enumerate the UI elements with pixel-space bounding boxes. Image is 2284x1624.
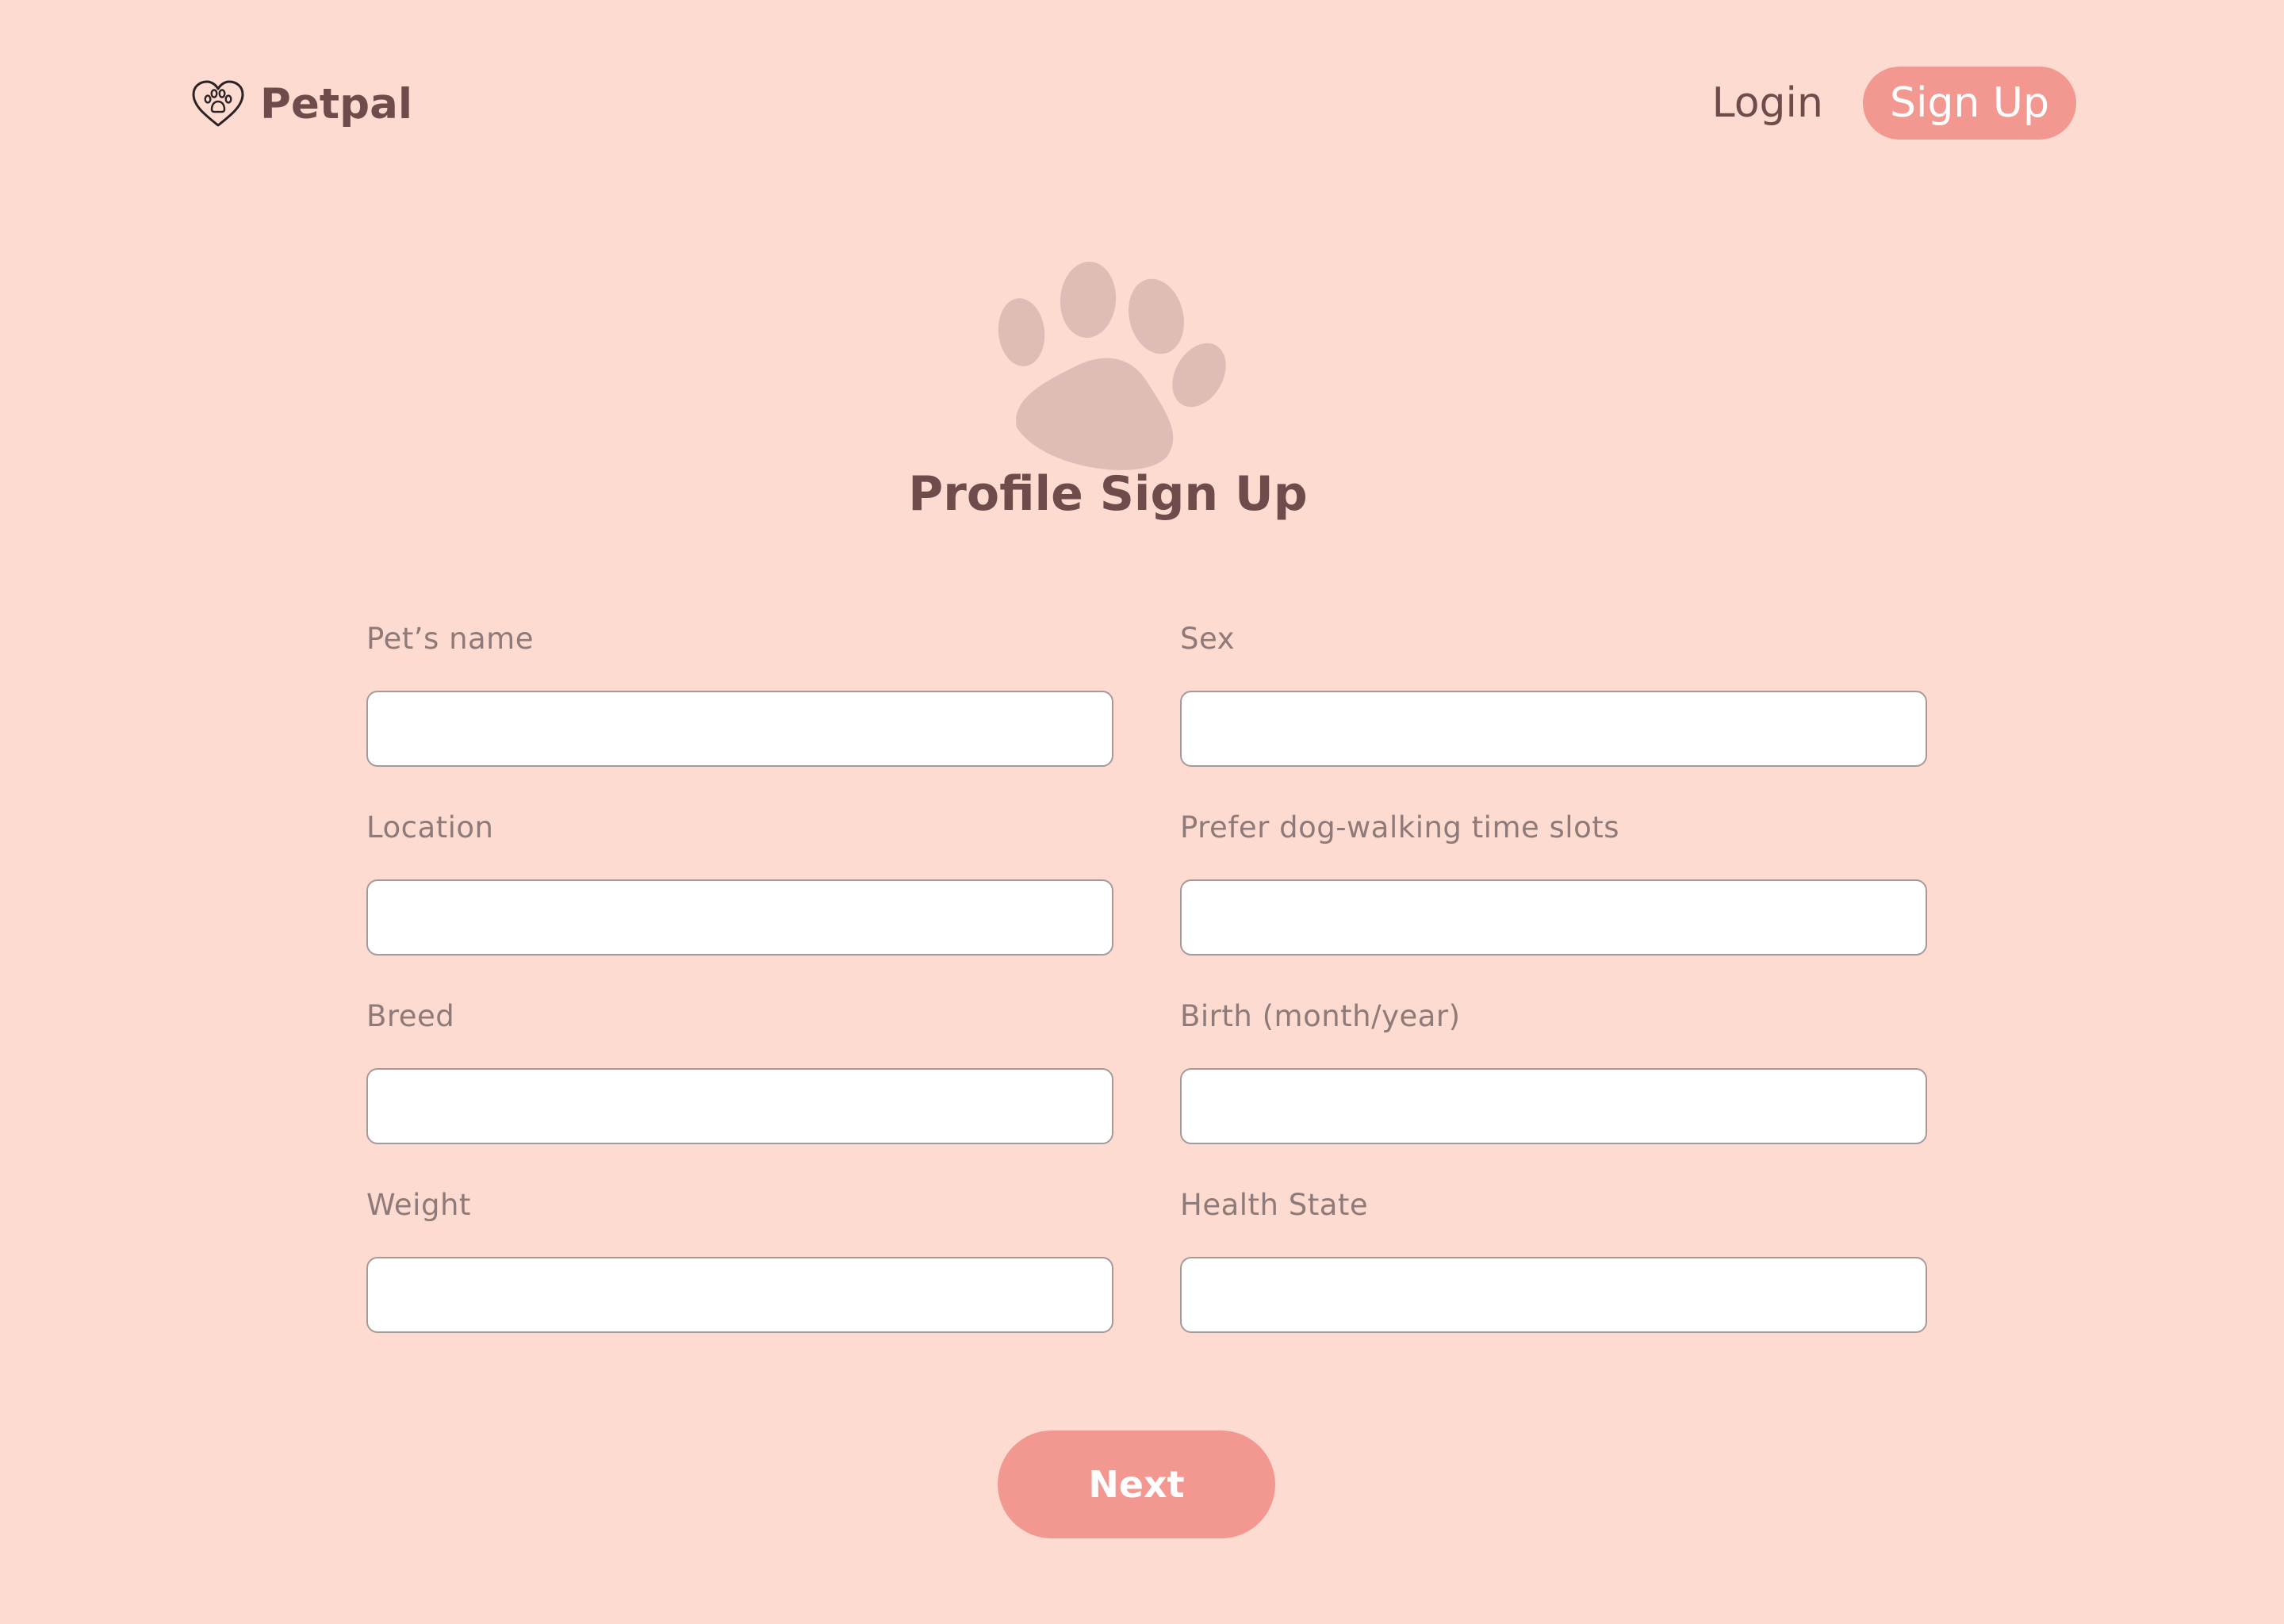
paw-print-icon (991, 258, 1237, 475)
field-label: Birth (month/year) (1180, 999, 1461, 1033)
login-link[interactable]: Login (1712, 79, 1823, 127)
field-label: Health State (1180, 1188, 1369, 1222)
signup-button[interactable]: Sign Up (1862, 67, 2076, 140)
brand-name: Petpal (260, 79, 412, 128)
field-birth: Birth (month/year) (1180, 994, 1927, 1183)
field-sex: Sex (1180, 617, 1927, 806)
top-nav: Login Sign Up (1712, 67, 2076, 140)
field-breed: Breed (366, 994, 1113, 1183)
breed-input[interactable] (366, 1068, 1113, 1144)
page-title: Profile Sign Up (908, 466, 1308, 523)
field-label: Sex (1180, 622, 1235, 656)
field-health-state: Health State (1180, 1183, 1927, 1372)
field-weight: Weight (366, 1183, 1113, 1372)
field-label: Breed (366, 999, 455, 1033)
birth-input[interactable] (1180, 1068, 1927, 1144)
weight-input[interactable] (366, 1257, 1113, 1333)
heart-paw-icon (190, 79, 246, 128)
field-location: Location (366, 806, 1113, 994)
location-input[interactable] (366, 879, 1113, 956)
walking-time-slots-input[interactable] (1180, 879, 1927, 956)
sex-input[interactable] (1180, 691, 1927, 767)
field-label: Location (366, 810, 494, 845)
field-pets-name: Pet’s name (366, 617, 1113, 806)
field-label: Weight (366, 1188, 471, 1222)
pets-name-input[interactable] (366, 691, 1113, 767)
next-button[interactable]: Next (998, 1431, 1275, 1538)
health-state-input[interactable] (1180, 1257, 1927, 1333)
pet-profile-form: Pet’s name Sex Location Prefer dog-walki… (366, 617, 1927, 1372)
brand-logo[interactable]: Petpal (190, 76, 412, 132)
field-walking-time-slots: Prefer dog-walking time slots (1180, 806, 1927, 994)
field-label: Prefer dog-walking time slots (1180, 810, 1619, 845)
field-label: Pet’s name (366, 622, 534, 656)
